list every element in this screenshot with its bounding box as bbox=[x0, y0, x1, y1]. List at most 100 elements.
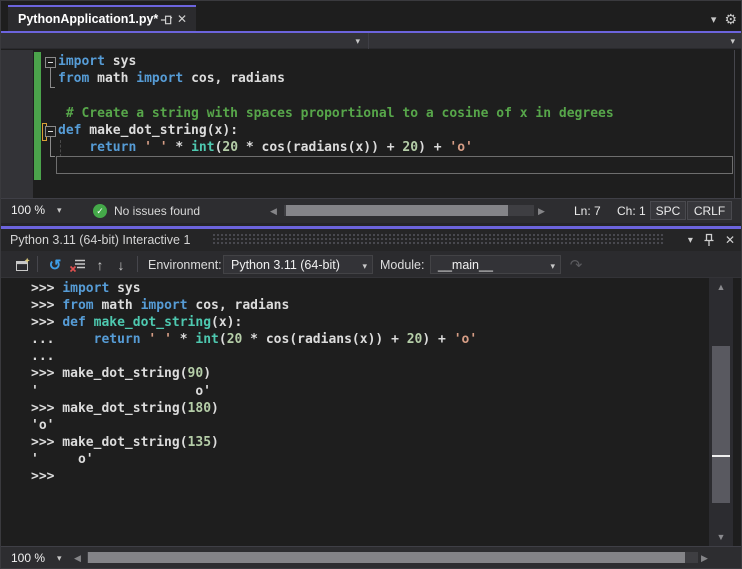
clear-screen-glyph bbox=[69, 259, 85, 272]
scroll-right-icon[interactable]: ▶ bbox=[701, 553, 708, 564]
scrollbar-caret-marker bbox=[712, 455, 730, 457]
repl-vscrollbar-thumb[interactable] bbox=[712, 346, 730, 503]
issues-status-text[interactable]: No issues found bbox=[114, 204, 200, 218]
code-token: ( bbox=[218, 332, 227, 348]
code-token: 20 bbox=[226, 332, 243, 348]
repl-output-area[interactable]: >>> import sys >>> from math import cos, … bbox=[1, 278, 741, 546]
repl-hscrollbar-track[interactable] bbox=[87, 552, 698, 563]
code-token: >>> bbox=[31, 281, 63, 296]
code-token: cos, radians bbox=[183, 71, 285, 87]
tab-title: PythonApplication1.py* bbox=[18, 12, 159, 26]
scroll-left-icon[interactable]: ◀ bbox=[270, 206, 277, 217]
code-token: from bbox=[62, 298, 94, 314]
spaces-indicator[interactable]: SPC bbox=[650, 201, 686, 220]
code-token: def bbox=[58, 122, 82, 138]
history-previous-icon[interactable]: ↑ bbox=[91, 256, 109, 274]
chevron-down-icon: ▾ bbox=[355, 36, 360, 46]
code-line: >>> make_dot_string(90) bbox=[31, 365, 477, 382]
members-dropdown[interactable]: ▾ bbox=[370, 33, 741, 49]
code-token: 90 bbox=[187, 366, 204, 382]
scroll-right-icon[interactable]: ▶ bbox=[538, 206, 545, 217]
editor-hscrollbar-thumb[interactable] bbox=[286, 205, 508, 216]
environment-dropdown[interactable]: Python 3.11 (64-bit) ▾ bbox=[223, 255, 373, 274]
code-token: 180 bbox=[187, 400, 212, 416]
code-line: >>> from math import cos, radians bbox=[31, 297, 477, 314]
chevron-down-icon: ▾ bbox=[57, 204, 62, 215]
gear-icon[interactable]: ⚙ bbox=[724, 11, 737, 28]
chevron-down-icon: ▾ bbox=[57, 552, 62, 563]
reset-glyph: ↺ bbox=[48, 257, 62, 274]
history-next-icon[interactable]: ↓ bbox=[112, 256, 130, 274]
code-token: * cos(radians(x)) + bbox=[242, 332, 407, 348]
redo-glyph: ↷ bbox=[569, 257, 583, 274]
interactive-environment-icon[interactable] bbox=[13, 256, 31, 274]
collapse-toggle-icon[interactable] bbox=[45, 57, 56, 68]
code-token: ) + bbox=[422, 332, 454, 348]
line-endings-indicator[interactable]: CRLF bbox=[687, 201, 732, 220]
editor-hscrollbar-track[interactable] bbox=[284, 205, 534, 216]
titlebar-grip[interactable] bbox=[213, 234, 665, 246]
tabstrip-controls: ▾ ⚙ bbox=[711, 11, 737, 28]
types-dropdown[interactable]: ▾ bbox=[1, 33, 369, 49]
code-token: >>> bbox=[31, 469, 55, 485]
code-token: * bbox=[167, 140, 192, 156]
repl-status-bar: 100 % ▾ ◀ ▶ bbox=[1, 546, 741, 568]
module-dropdown[interactable]: __main__ ▾ bbox=[430, 255, 561, 274]
repl-zoom-value: 100 % bbox=[11, 551, 46, 565]
navigation-bar: ▾ ▾ bbox=[1, 33, 741, 49]
code-editor[interactable]: import sys from math import cos, radians … bbox=[1, 50, 741, 198]
pin-icon[interactable] bbox=[158, 10, 174, 28]
code-token: ' ' bbox=[148, 332, 172, 348]
code-token: 'o' bbox=[31, 417, 55, 433]
reset-repl-icon[interactable]: ↺ bbox=[46, 256, 64, 274]
repl-vscrollbar[interactable]: ▲ ▼ bbox=[709, 278, 733, 546]
module-value: __main__ bbox=[438, 257, 493, 272]
toolbar-separator bbox=[37, 256, 38, 272]
environment-value: Python 3.11 (64-bit) bbox=[231, 257, 340, 272]
code-line: return ' ' * int(20 * cos(radians(x)) + … bbox=[58, 139, 614, 156]
code-token: ) + bbox=[418, 140, 450, 156]
code-token: make_dot_string(x): bbox=[81, 122, 239, 138]
code-token: make_dot_string bbox=[93, 315, 212, 331]
line-endings-label: CRLF bbox=[693, 203, 726, 218]
scroll-down-icon[interactable]: ▼ bbox=[709, 532, 733, 542]
editor-zoom-value: 100 % bbox=[11, 203, 46, 217]
code-token: return bbox=[93, 332, 141, 348]
collapse-toggle-icon[interactable] bbox=[45, 126, 56, 137]
editor-zoom-dropdown[interactable]: 100 % ▾ bbox=[11, 203, 62, 217]
repl-titlebar[interactable]: Python 3.11 (64-bit) Interactive 1 ▾ ✕ bbox=[1, 229, 741, 251]
code-line: # Create a string with spaces proportion… bbox=[58, 105, 614, 122]
code-token: * bbox=[171, 332, 196, 348]
repl-hscrollbar-thumb[interactable] bbox=[88, 552, 685, 563]
code-token: sys bbox=[104, 54, 137, 69]
pin-icon[interactable] bbox=[703, 233, 715, 247]
code-line: ' o' bbox=[31, 383, 477, 400]
editor-status-bar: 100 % ▾ ✓ No issues found ◀ ▶ Ln: 7 Ch: … bbox=[1, 198, 741, 223]
repl-zoom-dropdown[interactable]: 100 % ▾ bbox=[11, 551, 62, 565]
code-token: # Create a string with spaces proportion… bbox=[58, 105, 614, 121]
send-to-interactive-icon[interactable]: ↷ bbox=[567, 256, 585, 274]
spaces-label: SPC bbox=[655, 203, 681, 218]
window-position-icon[interactable]: ▾ bbox=[688, 235, 693, 246]
clear-screen-icon[interactable] bbox=[68, 256, 86, 274]
close-icon[interactable]: ✕ bbox=[725, 233, 735, 247]
current-line-highlight bbox=[56, 156, 733, 174]
repl-title-text: Python 3.11 (64-bit) Interactive 1 bbox=[10, 233, 191, 247]
code-token: (x): bbox=[211, 315, 243, 331]
close-icon[interactable]: ✕ bbox=[174, 10, 190, 28]
environment-window-glyph bbox=[15, 257, 30, 271]
code-token: 20 bbox=[222, 140, 239, 156]
scroll-left-icon[interactable]: ◀ bbox=[74, 553, 81, 564]
code-token: int bbox=[195, 332, 219, 348]
breakpoint-margin[interactable] bbox=[1, 50, 33, 198]
code-token: ... bbox=[31, 332, 94, 348]
tab-pythonapplication1[interactable]: PythonApplication1.py* ✕ bbox=[8, 5, 196, 31]
chevron-down-icon[interactable]: ▾ bbox=[711, 13, 717, 26]
document-tabstrip: PythonApplication1.py* ✕ ▾ ⚙ bbox=[1, 1, 741, 31]
scroll-up-icon[interactable]: ▲ bbox=[709, 282, 733, 292]
code-token: >>> bbox=[31, 315, 63, 331]
code-line: 'o' bbox=[31, 417, 477, 434]
code-token: >>> make_dot_string( bbox=[31, 366, 188, 382]
